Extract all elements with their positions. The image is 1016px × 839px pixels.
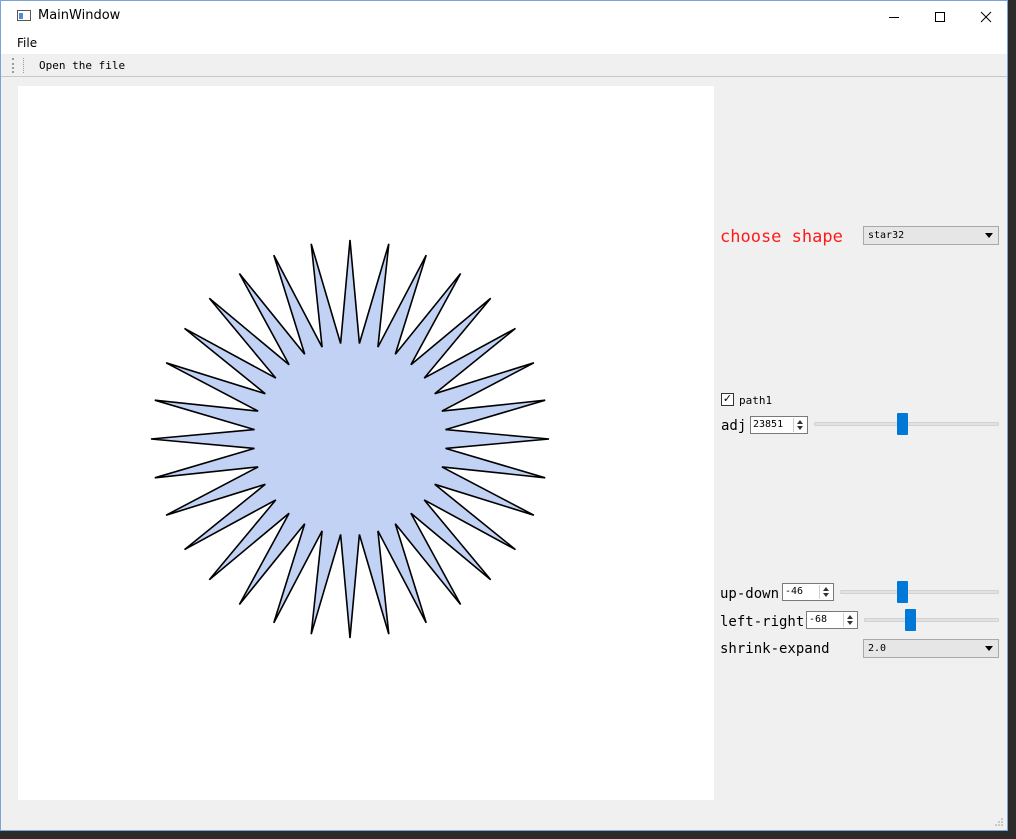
maximize-icon: [935, 11, 945, 22]
close-button[interactable]: [963, 1, 1009, 32]
close-icon: [980, 11, 992, 22]
minimize-button[interactable]: [871, 1, 917, 32]
toolbar-grip-handle[interactable]: [12, 58, 16, 73]
left-right-spinbox[interactable]: -68: [806, 611, 858, 629]
shrink-expand-select[interactable]: 2.0: [863, 639, 999, 658]
left-right-label: left-right: [720, 614, 805, 630]
spin-down-icon[interactable]: [847, 621, 853, 625]
chevron-down-icon: [985, 646, 993, 651]
menu-bar: File: [1, 32, 1007, 54]
up-down-value: -46: [785, 586, 804, 597]
menu-file[interactable]: File: [17, 36, 37, 50]
checkmark-icon: ✓: [722, 393, 733, 405]
shape-select[interactable]: star32: [863, 226, 999, 245]
spin-up-icon[interactable]: [797, 420, 803, 424]
adj-value: 23851: [753, 419, 784, 430]
path1-label: path1: [739, 394, 773, 407]
star-shape: [150, 239, 550, 639]
up-down-label: up-down: [720, 586, 780, 602]
star-shape-view: [150, 239, 550, 639]
minimize-icon: [889, 16, 899, 18]
spin-up-icon[interactable]: [823, 587, 829, 591]
resize-grip-icon[interactable]: [994, 817, 1004, 827]
spin-down-icon[interactable]: [823, 593, 829, 597]
adj-spin-buttons[interactable]: [793, 418, 806, 432]
app-window-icon: [17, 10, 31, 21]
spin-up-icon[interactable]: [847, 615, 853, 619]
adj-label: adj: [721, 418, 747, 434]
left-right-spin-buttons[interactable]: [843, 613, 856, 627]
adj-slider-handle[interactable]: [897, 413, 908, 435]
title-bar[interactable]: MainWindow: [1, 1, 1007, 32]
up-down-slider-handle[interactable]: [897, 581, 908, 603]
chevron-down-icon: [985, 233, 993, 238]
shape-select-value: star32: [868, 230, 905, 241]
up-down-spin-buttons[interactable]: [819, 585, 832, 599]
adj-spinbox[interactable]: 23851: [750, 416, 808, 434]
up-down-slider[interactable]: [840, 590, 999, 594]
toolbar: Open the file: [1, 55, 1007, 77]
up-down-spinbox[interactable]: -46: [782, 583, 834, 601]
open-file-button[interactable]: Open the file: [39, 59, 125, 72]
left-right-slider[interactable]: [864, 618, 999, 622]
left-right-value: -68: [809, 614, 828, 625]
toolbar-separator: [23, 58, 26, 73]
shrink-expand-value: 2.0: [868, 643, 887, 654]
shrink-expand-label: shrink-expand: [720, 641, 830, 657]
left-right-slider-handle[interactable]: [905, 609, 916, 631]
drawing-canvas[interactable]: [18, 86, 714, 800]
window-title: MainWindow: [38, 8, 121, 23]
path1-checkbox[interactable]: ✓: [721, 393, 734, 406]
spin-down-icon[interactable]: [797, 426, 803, 430]
maximize-button[interactable]: [917, 1, 963, 32]
choose-shape-label: choose shape: [720, 227, 843, 247]
main-window: MainWindow File Open the file choose sha…: [0, 0, 1008, 831]
